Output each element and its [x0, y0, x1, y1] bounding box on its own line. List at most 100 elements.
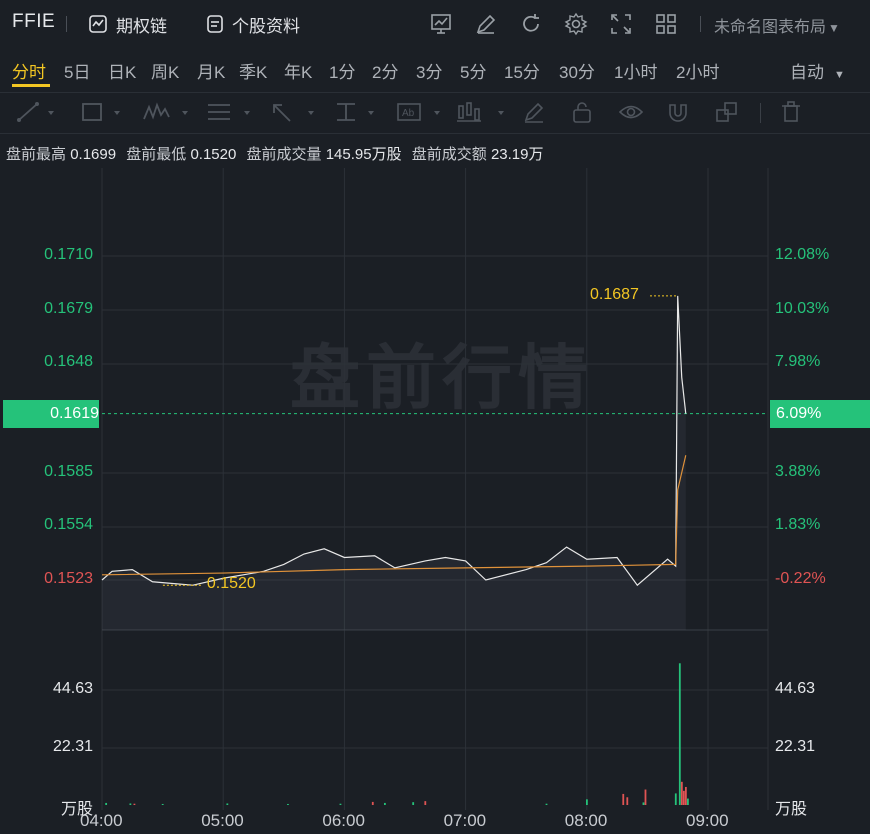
refresh-icon[interactable]: [519, 12, 543, 36]
time-axis-label: 04:00: [80, 811, 123, 830]
tab-5[interactable]: 季K: [239, 58, 267, 83]
tab-3[interactable]: 周K: [151, 58, 179, 83]
volume-bar: [384, 802, 386, 805]
tab-4[interactable]: 月K: [197, 58, 225, 83]
tab-6[interactable]: 年K: [284, 58, 312, 83]
premarket-high-value: 0.1699: [70, 146, 117, 163]
volume-bar: [129, 803, 132, 805]
volume-axis-label-left: 22.31: [52, 738, 93, 755]
arrow-tool-icon[interactable]: [270, 101, 320, 123]
volume-bar: [642, 802, 645, 805]
time-axis-label: 05:00: [201, 811, 244, 830]
chart-card-icon: [89, 15, 107, 33]
price-axis-label-left: 0.1710: [44, 246, 93, 263]
stock-info-label: 个股资料: [232, 16, 300, 36]
premarket-high-label: 盘前最高: [6, 146, 67, 163]
low-annotation: 0.1520: [206, 575, 256, 593]
intraday-chart[interactable]: [0, 168, 870, 834]
price-axis-label-left: 0.1585: [44, 462, 93, 480]
time-axis-label: 07:00: [443, 811, 487, 830]
time-axis-label: 09:00: [686, 811, 729, 830]
pattern-tool-icon[interactable]: [456, 101, 510, 123]
settings-icon[interactable]: [564, 12, 588, 36]
document-icon: [207, 15, 223, 33]
volume-bar: [586, 799, 588, 805]
volume-bar: [678, 663, 681, 805]
tab-1[interactable]: 5日: [64, 58, 90, 83]
price-axis-label-left: 0.1679: [44, 299, 93, 317]
layout-selector[interactable]: 未命名图表布局 ▼: [714, 13, 840, 37]
measure-tool-icon[interactable]: [334, 101, 384, 123]
price-axis-label-left: 0.1523: [44, 570, 93, 587]
fullscreen-icon[interactable]: [609, 12, 633, 36]
volume-bar: [684, 786, 687, 805]
period-tabs: 分时 5日 日K 周K 月K 季K 年K 1分 2分 3分 5分 15分 30分 1小时 2小时: [0, 50, 870, 90]
divider: [760, 103, 761, 123]
pen-icon[interactable]: [522, 101, 546, 123]
tab-8[interactable]: 2分: [372, 58, 398, 83]
fib-tool-icon[interactable]: [206, 101, 256, 123]
wave-tool-icon[interactable]: [142, 101, 192, 123]
tab-12[interactable]: 30分: [559, 58, 595, 83]
copy-icon[interactable]: [714, 101, 740, 123]
current-price-tag: 0.1619: [3, 399, 99, 428]
rectangle-tool-icon[interactable]: [80, 101, 122, 123]
caret-down-icon: ▼: [828, 21, 840, 35]
pct-axis-label-right: 10.03%: [775, 299, 830, 317]
eye-icon[interactable]: [618, 101, 644, 123]
volume-bar: [682, 790, 685, 805]
volume-axis-label-right: 44.63: [775, 680, 816, 697]
volume-bar: [339, 803, 342, 805]
lock-icon[interactable]: [570, 101, 594, 123]
volume-bar: [161, 803, 164, 805]
price-line: [101, 295, 687, 587]
premarket-amount-value: 23.19万: [490, 146, 544, 163]
draw-icon[interactable]: [474, 12, 498, 36]
tab-7[interactable]: 1分: [329, 58, 355, 83]
stock-info-button[interactable]: 个股资料: [206, 10, 300, 38]
volume-bar: [626, 797, 629, 805]
indicator-icon[interactable]: [429, 12, 453, 36]
volume-axis-label-left: 44.63: [52, 680, 93, 697]
price-axis-label-left: 0.1554: [44, 516, 93, 534]
pct-axis-label-right: 3.88%: [775, 462, 821, 480]
volume-bar: [226, 803, 229, 805]
drawing-toolbar: Ab: [0, 92, 870, 134]
time-axis-label: 08:00: [564, 811, 608, 830]
tab-9[interactable]: 3分: [416, 58, 442, 83]
premarket-amount-label: 盘前成交额: [411, 146, 487, 163]
text-tool-icon[interactable]: Ab: [396, 101, 446, 123]
tab-13[interactable]: 1小时: [614, 58, 657, 83]
time-axis-label: 06:00: [322, 811, 365, 830]
volume-bar: [424, 801, 427, 805]
volume-axis-label-right: 万股: [775, 801, 808, 818]
volume-bar: [622, 793, 625, 805]
auto-selector[interactable]: 自动 ▼: [790, 58, 845, 83]
tab-14[interactable]: 2小时: [676, 58, 719, 83]
magnet-icon[interactable]: [666, 101, 690, 123]
layout-name-label: 未命名图表布局: [714, 19, 827, 36]
volume-bar: [287, 803, 289, 805]
volume-bar: [545, 803, 548, 805]
tab-10[interactable]: 5分: [460, 58, 486, 83]
volume-bar: [644, 789, 647, 805]
price-axis-label-left: 0.1648: [44, 353, 93, 371]
trendline-tool-icon[interactable]: [16, 101, 56, 123]
divider: [66, 16, 67, 32]
options-chain-button[interactable]: 期权链: [88, 10, 167, 38]
tab-11[interactable]: 15分: [504, 58, 540, 83]
premarket-low-label: 盘前最低: [126, 146, 187, 163]
tab-2[interactable]: 日K: [108, 58, 136, 83]
ticker-symbol[interactable]: FFIE: [12, 11, 55, 33]
volume-bar: [412, 802, 415, 805]
grid-icon[interactable]: [654, 12, 678, 36]
premarket-info-bar: 盘前最高 0.1699 盘前最低 0.1520 盘前成交量 145.95万股 盘…: [6, 143, 549, 164]
caret-down-icon: ▼: [834, 69, 845, 81]
volume-bar: [687, 798, 689, 805]
tab-0[interactable]: 分时: [12, 58, 46, 83]
volume-bar: [105, 802, 108, 805]
trash-icon[interactable]: [779, 101, 803, 123]
divider: [700, 16, 701, 32]
auto-label: 自动: [790, 63, 824, 82]
premarket-volume-value: 145.95万股: [325, 146, 402, 163]
